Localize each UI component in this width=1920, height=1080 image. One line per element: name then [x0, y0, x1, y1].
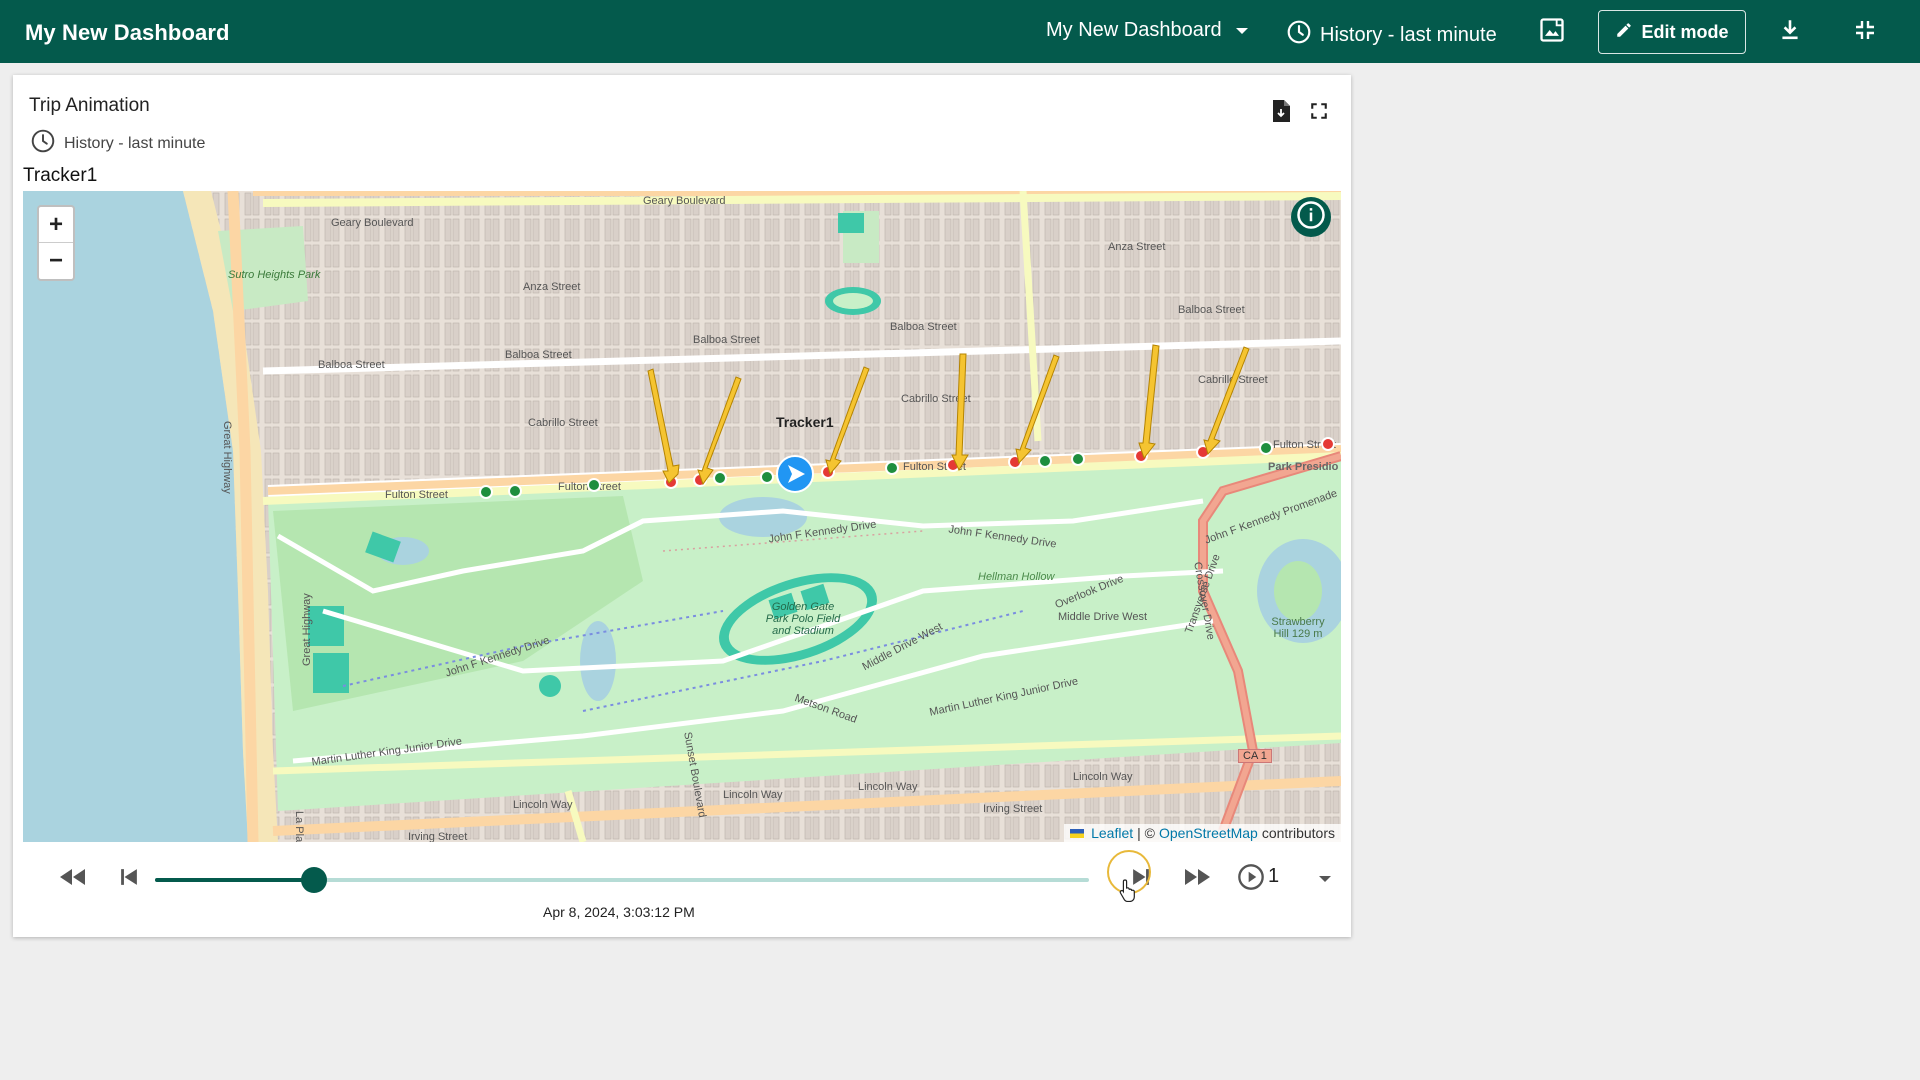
timeline-progress	[155, 878, 314, 882]
history-label: History - last minute	[1320, 23, 1497, 46]
trip-overlay	[479, 344, 1335, 499]
timeline-slider[interactable]	[155, 878, 1089, 882]
tracker-label: Tracker1	[23, 165, 98, 186]
fast-forward-button[interactable]	[1179, 861, 1215, 897]
current-timestamp: Apr 8, 2024, 3:03:12 PM	[543, 904, 695, 920]
export-file-button[interactable]	[1267, 99, 1295, 127]
skip-previous-button[interactable]	[111, 861, 147, 897]
download-button[interactable]	[1773, 15, 1807, 49]
hand-cursor-icon	[1119, 878, 1137, 907]
zoom-out-button[interactable]: −	[39, 243, 73, 279]
tracker-marker[interactable]	[776, 455, 814, 493]
widget-title: Trip Animation	[29, 95, 150, 116]
osm-link[interactable]: OpenStreetMap	[1159, 825, 1258, 841]
leaflet-link[interactable]: Leaflet	[1091, 825, 1133, 841]
attribution-separator: | ©	[1137, 825, 1155, 841]
exit-fullscreen-button[interactable]	[1848, 15, 1882, 49]
fullscreen-button[interactable]	[1305, 99, 1333, 127]
app-title: My New Dashboard	[25, 20, 230, 45]
play-circle-icon	[1237, 863, 1265, 896]
play-button[interactable]	[1233, 861, 1269, 897]
image-export-icon	[1538, 16, 1566, 49]
timeline-thumb[interactable]	[300, 867, 327, 893]
dashboard-select-label: My New Dashboard	[1046, 19, 1222, 41]
file-export-icon	[1270, 99, 1292, 128]
fast-forward-icon	[1184, 867, 1210, 892]
widget-history-label: History - last minute	[64, 134, 206, 152]
edit-mode-button[interactable]: Edit mode	[1598, 10, 1746, 54]
attribution-contributors: contributors	[1261, 825, 1335, 841]
fullscreen-icon	[1310, 102, 1328, 125]
edit-mode-label: Edit mode	[1641, 21, 1729, 42]
tracker-tooltip: Tracker1	[776, 414, 834, 430]
history-timewindow-button[interactable]: History - last minute	[1286, 19, 1497, 51]
map-attribution: Leaflet | © OpenStreetMap contributors	[1064, 824, 1341, 842]
chevron-down-icon	[1235, 27, 1248, 34]
map-view[interactable]: Geary Boulevard Geary Boulevard Sutro He…	[23, 191, 1341, 842]
info-button[interactable]	[1291, 197, 1331, 237]
zoom-in-button[interactable]: +	[39, 207, 73, 243]
trip-animation-widget: Trip Animation History - last minute Tra…	[13, 75, 1351, 937]
image-export-button[interactable]	[1535, 15, 1569, 49]
top-app-bar: My New Dashboard My New Dashboard Histor…	[0, 0, 1920, 63]
ukraine-flag-icon	[1070, 828, 1085, 838]
pencil-icon	[1615, 21, 1633, 44]
info-icon	[1296, 200, 1326, 235]
dashboard-select[interactable]: My New Dashboard	[1046, 19, 1248, 42]
exit-fullscreen-icon	[1853, 18, 1877, 47]
clock-icon	[1286, 19, 1312, 51]
fast-rewind-icon	[60, 867, 86, 892]
widget-timewindow: History - last minute	[30, 128, 205, 159]
fast-rewind-button[interactable]	[55, 861, 91, 897]
speed-select[interactable]: 1	[1268, 865, 1279, 888]
clock-icon	[30, 128, 56, 159]
download-icon	[1777, 17, 1803, 48]
zoom-control: + −	[37, 205, 75, 281]
chevron-down-icon[interactable]	[1319, 876, 1331, 882]
skip-previous-icon	[120, 868, 138, 891]
